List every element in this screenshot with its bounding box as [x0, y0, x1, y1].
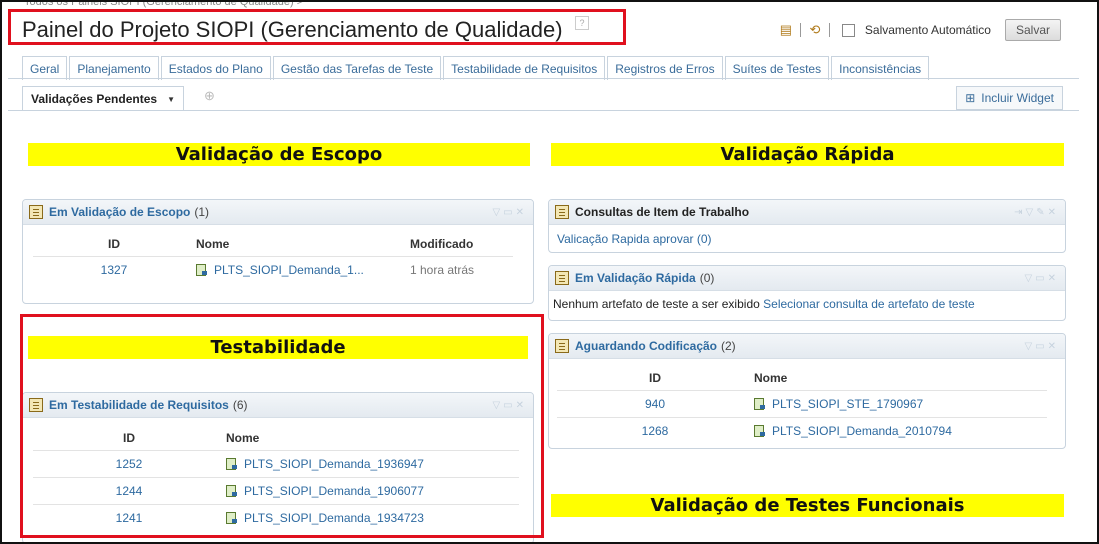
column-header-modificado: Modificado	[410, 237, 474, 251]
table-row: 940 PLTS_SIOPI_STE_1790967	[557, 390, 1047, 418]
empty-text: Nenhum artefato de teste a ser exibido	[553, 297, 760, 311]
clipboard-icon[interactable]: ▤	[778, 22, 794, 38]
test-artifact-icon	[754, 398, 766, 410]
row-name-cell[interactable]: PLTS_SIOPI_Demanda_2010794	[753, 417, 1047, 444]
widget-controls-icon[interactable]: ⇥▽✎✕	[1014, 207, 1059, 218]
codificacao-table: ID Nome 940 PLTS_SIOPI_STE_1790967 1268 …	[557, 366, 1047, 444]
row-id-link[interactable]: 1327	[33, 256, 195, 283]
row-name-cell[interactable]: PLTS_SIOPI_Demanda_1...	[195, 256, 409, 283]
tab-registros-erros[interactable]: Registros de Erros	[607, 56, 723, 80]
widget-consultas-item-trabalho: Consultas de Item de Trabalho ⇥▽✎✕ Valic…	[548, 199, 1066, 253]
include-widget-button[interactable]: ⊞ Incluir Widget	[956, 86, 1063, 110]
document-icon	[555, 339, 569, 353]
subtab-label: Validações Pendentes	[31, 92, 158, 106]
tab-geral[interactable]: Geral	[22, 56, 68, 80]
widget-header: Aguardando Codificação (2) ▽▭✕	[549, 334, 1065, 359]
widget-controls-icon[interactable]: ▽▭✕	[1024, 273, 1059, 284]
chevron-down-icon[interactable]: ▼	[167, 95, 175, 104]
row-modified: 1 hora atrás	[409, 256, 513, 283]
query-link[interactable]: Valicação Rapida aprovar (0)	[557, 232, 712, 246]
widget-add-icon: ⊞	[965, 91, 976, 105]
widget-em-validacao-rapida: Em Validação Rápida (0) ▽▭✕ Nenhum artef…	[548, 265, 1066, 321]
tab-gestao-tarefas[interactable]: Gestão das Tarefas de Teste	[272, 56, 442, 80]
widget-controls-icon[interactable]: ▽▭✕	[492, 207, 527, 218]
tab-suites-testes[interactable]: Suítes de Testes	[724, 56, 830, 80]
widget-title[interactable]: Em Validação de Escopo	[49, 205, 190, 219]
tab-estados-do-plano[interactable]: Estados do Plano	[160, 56, 271, 80]
banner-validacao-rapida: Validação Rápida	[551, 143, 1064, 166]
tab-bar-divider	[8, 78, 1079, 79]
include-widget-label: Incluir Widget	[981, 91, 1054, 105]
table-row: 1268 PLTS_SIOPI_Demanda_2010794	[557, 417, 1047, 444]
widget-title: Consultas de Item de Trabalho	[575, 205, 750, 219]
widget-controls-icon[interactable]: ▽▭✕	[1024, 341, 1059, 352]
row-name-link[interactable]: PLTS_SIOPI_STE_1790967	[772, 397, 923, 411]
tab-validacoes-pendentes[interactable]: Validações Pendentes ▼	[22, 86, 184, 111]
test-artifact-icon	[196, 264, 208, 276]
toolbar-separator	[799, 23, 801, 37]
widget-header: Em Validação Rápida (0) ▽▭✕	[549, 266, 1065, 291]
document-icon	[555, 271, 569, 285]
widget-title[interactable]: Aguardando Codificação	[575, 339, 717, 353]
widget-count: (1)	[194, 205, 210, 219]
row-name-link[interactable]: PLTS_SIOPI_Demanda_1...	[214, 263, 364, 277]
subtab-divider	[8, 110, 1079, 111]
help-icon[interactable]: ?	[575, 16, 589, 30]
empty-message: Nenhum artefato de teste a ser exibido S…	[553, 297, 975, 311]
table-row: 1327 PLTS_SIOPI_Demanda_1... 1 hora atrá…	[33, 256, 513, 283]
row-id-link[interactable]: 1268	[557, 417, 753, 444]
banner-validacao-testes-funcionais: Validação de Testes Funcionais	[551, 494, 1064, 517]
widget-title[interactable]: Em Validação Rápida	[575, 271, 696, 285]
testabilidade-highlight-box	[20, 314, 544, 538]
add-tab-icon[interactable]: ⊕	[204, 88, 215, 104]
row-name-cell[interactable]: PLTS_SIOPI_STE_1790967	[753, 390, 1047, 418]
tab-bar: Geral Planejamento Estados do Plano Gest…	[22, 56, 930, 80]
escopo-table: ID Nome Modificado 1327 PLTS_SIOPI_Deman…	[33, 232, 513, 283]
breadcrumb[interactable]: Todos os Painéis SIOPI (Gerenciamento de…	[24, 2, 303, 8]
widget-count: (0)	[699, 271, 715, 285]
banner-validacao-escopo: Validação de Escopo	[28, 143, 530, 166]
widget-header: Em Validação de Escopo (1) ▽▭✕	[23, 200, 533, 225]
toolbar: ▤ ⟲ Salvamento Automático Salvar	[778, 18, 1061, 42]
test-artifact-icon	[754, 425, 766, 437]
tab-inconsistencias[interactable]: Inconsistências	[831, 56, 930, 80]
select-query-link[interactable]: Selecionar consulta de artefato de teste	[763, 297, 974, 311]
row-name-link[interactable]: PLTS_SIOPI_Demanda_2010794	[772, 424, 952, 438]
widget-em-validacao-escopo: Em Validação de Escopo (1) ▽▭✕ ID Nome M…	[22, 199, 534, 304]
row-id-link[interactable]: 940	[557, 390, 753, 418]
autosave-checkbox[interactable]	[841, 23, 855, 37]
toolbar-separator	[828, 23, 830, 37]
document-icon	[29, 205, 43, 219]
query-icon	[555, 205, 569, 219]
autosave-label: Salvamento Automático	[864, 23, 991, 37]
column-header-nome: Nome	[754, 371, 788, 385]
save-button[interactable]: Salvar	[1004, 19, 1061, 41]
widget-count: (2)	[721, 339, 736, 353]
tab-testabilidade-requisitos[interactable]: Testabilidade de Requisitos	[443, 56, 606, 80]
dashboard-frame: Todos os Painéis SIOPI (Gerenciamento de…	[0, 0, 1099, 544]
column-header-nome: Nome	[196, 237, 230, 251]
column-header-id: ID	[649, 371, 661, 385]
widget-aguardando-codificacao: Aguardando Codificação (2) ▽▭✕ ID Nome 9…	[548, 333, 1066, 449]
widget-header: Consultas de Item de Trabalho ⇥▽✎✕	[549, 200, 1065, 225]
page-title: Painel do Projeto SIOPI (Gerenciamento d…	[22, 17, 563, 42]
tab-planejamento[interactable]: Planejamento	[69, 56, 159, 80]
column-header-id: ID	[108, 237, 120, 251]
refresh-icon[interactable]: ⟲	[807, 22, 823, 38]
